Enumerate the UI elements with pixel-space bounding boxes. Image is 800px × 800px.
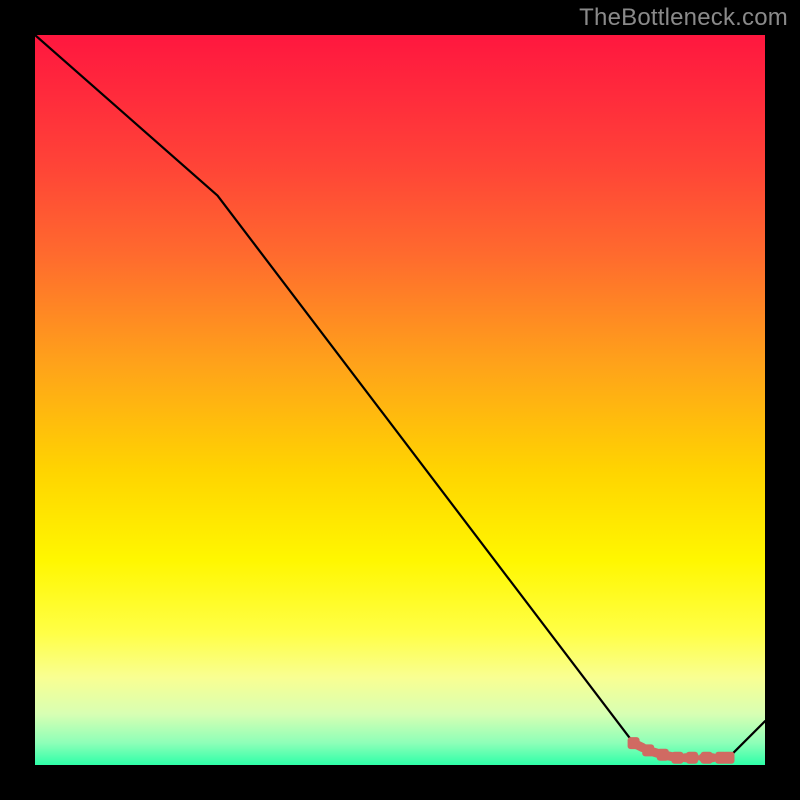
marker-group bbox=[628, 737, 735, 764]
marker-point bbox=[657, 749, 669, 761]
plot-area bbox=[35, 35, 765, 765]
marker-point bbox=[723, 752, 735, 764]
marker-point bbox=[701, 752, 713, 764]
chart-container: TheBottleneck.com bbox=[0, 0, 800, 800]
marker-point bbox=[686, 752, 698, 764]
marker-point bbox=[671, 752, 683, 764]
chart-svg bbox=[35, 35, 765, 765]
marker-point bbox=[642, 744, 654, 756]
curve-line bbox=[35, 35, 765, 758]
watermark-text: TheBottleneck.com bbox=[579, 4, 788, 32]
marker-point bbox=[628, 737, 640, 749]
